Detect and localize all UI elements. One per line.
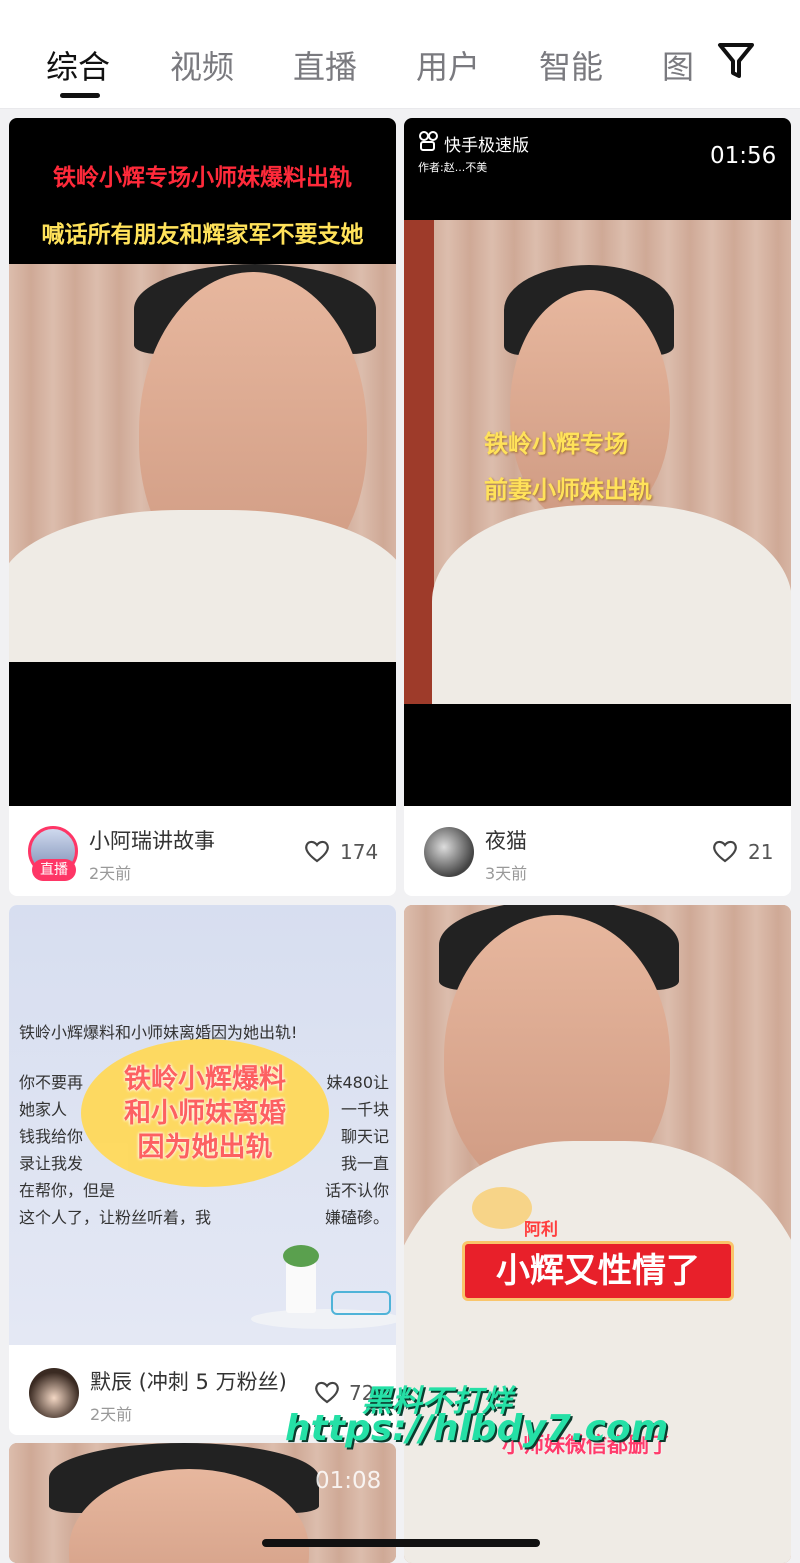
caption-line-2: 喊话所有朋友和辉家军不要支她 <box>41 222 364 248</box>
tab-images[interactable]: 图 <box>662 42 694 88</box>
video-thumbnail[interactable]: 阿利 小辉又性情了 小师妹微信都删了 <box>404 905 791 1563</box>
tab-smart[interactable]: 智能 <box>539 42 603 88</box>
search-tabs: 综合 视频 直播 用户 智能 图 <box>0 0 800 109</box>
bubble-line: 和小师妹离婚 <box>124 1098 286 1129</box>
plant-leaves <box>283 1245 319 1267</box>
video-card-1[interactable]: 铁岭小辉专场小师妹爆料出轨 喊话所有朋友和辉家军不要支她 直播 小阿瑞讲故事 2… <box>9 118 396 896</box>
caption-line-1: 铁岭小辉专场 <box>484 430 628 458</box>
bubble-line: 因为她出轨 <box>137 1132 273 1163</box>
video-frame <box>9 264 396 662</box>
like-count: 21 <box>748 840 774 864</box>
caption-line-1: 铁岭小辉专场小师妹爆料出轨 <box>53 165 352 191</box>
tab-comprehensive[interactable]: 综合 <box>46 42 110 88</box>
app-brand: 快手极速版 <box>444 136 529 156</box>
body-line: 妹480让 <box>326 1073 389 1092</box>
kuaishou-logo-icon <box>418 130 440 156</box>
video-card-4[interactable]: 阿利 小辉又性情了 小师妹微信都删了 <box>404 905 791 1563</box>
author-name[interactable]: 默辰 (冲刺 5 万粉丝) <box>90 1366 287 1396</box>
banner-caption: 小辉又性情了 <box>462 1241 734 1301</box>
post-title-text: 铁岭小辉爆料和小师妹离婚因为她出轨! <box>19 1023 298 1042</box>
tab-live[interactable]: 直播 <box>293 42 357 88</box>
video-frame: 铁岭小辉专场 前妻小师妹出轨 <box>404 220 791 704</box>
body-line: 嫌磕碜。 <box>324 1208 389 1227</box>
body-line: 这个人了，让粉丝听着，我 <box>19 1208 212 1227</box>
tab-users[interactable]: 用户 <box>416 42 480 88</box>
body-line: 钱我给你 <box>19 1127 84 1146</box>
video-duration: 01:08 <box>315 1468 382 1494</box>
body-line: 聊天记 <box>340 1127 389 1146</box>
heart-outline-icon[interactable] <box>314 1380 340 1404</box>
filter-funnel-icon[interactable] <box>716 40 756 82</box>
body-line: 你不要再 <box>19 1073 84 1092</box>
heart-outline-icon[interactable] <box>304 839 330 863</box>
video-thumbnail[interactable]: 铁岭小辉专场小师妹爆料出轨 喊话所有朋友和辉家军不要支她 <box>9 118 396 806</box>
post-time: 2天前 <box>90 1405 133 1424</box>
image-card-3[interactable]: 铁岭小辉爆料和小师妹离婚因为她出轨! 你不要再 妹480让 她家人 一千块 钱我给你… <box>9 905 396 1435</box>
speech-bubble: 铁岭小辉爆料 和小师妹离婚 因为她出轨 <box>81 1039 329 1187</box>
body-line: 话不认你 <box>324 1181 389 1200</box>
author-avatar[interactable] <box>29 1368 79 1418</box>
cow-sticker <box>472 1187 532 1229</box>
video-thumbnail[interactable]: 快手极速版 作者:赵...不美 01:56 铁岭小辉专场 前妻小师妹出轨 <box>404 118 791 806</box>
live-badge: 直播 <box>32 859 76 881</box>
body-line: 她家人 <box>19 1100 68 1119</box>
active-tab-indicator <box>60 93 100 98</box>
author-name[interactable]: 夜猫 <box>485 825 527 855</box>
bubble-line: 铁岭小辉爆料 <box>124 1064 286 1095</box>
plant-pot <box>286 1261 316 1313</box>
toy-bus <box>331 1291 391 1315</box>
author-avatar[interactable] <box>424 827 474 877</box>
body-line: 一千块 <box>340 1100 389 1119</box>
sticker-name: 阿利 <box>524 1220 558 1240</box>
author-name[interactable]: 小阿瑞讲故事 <box>89 825 215 855</box>
post-time: 2天前 <box>89 864 132 883</box>
image-thumbnail[interactable]: 铁岭小辉爆料和小师妹离婚因为她出轨! 你不要再 妹480让 她家人 一千块 钱我给你… <box>9 905 396 1345</box>
heart-outline-icon[interactable] <box>712 839 738 863</box>
video-card-2[interactable]: 快手极速版 作者:赵...不美 01:56 铁岭小辉专场 前妻小师妹出轨 夜猫 … <box>404 118 791 896</box>
home-indicator[interactable] <box>262 1539 540 1547</box>
video-duration: 01:56 <box>710 143 777 169</box>
body-line: 在帮你，但是 <box>19 1181 116 1200</box>
post-time: 3天前 <box>485 864 528 883</box>
watermark-url: https://hlbdy7.com <box>285 1408 669 1449</box>
like-count: 174 <box>340 840 379 864</box>
caption-line-2: 前妻小师妹出轨 <box>484 476 652 504</box>
body-line: 录让我发 <box>19 1154 84 1173</box>
video-byline: 作者:赵...不美 <box>418 161 488 174</box>
tab-video[interactable]: 视频 <box>170 42 234 88</box>
body-line: 我一直 <box>340 1154 389 1173</box>
